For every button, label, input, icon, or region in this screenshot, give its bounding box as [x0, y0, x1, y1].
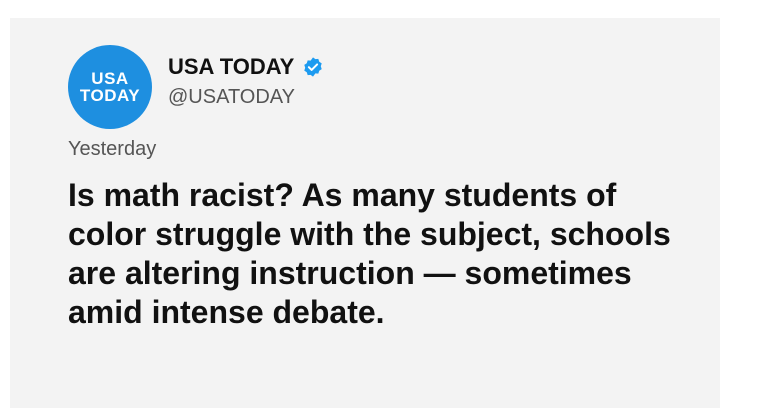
account-name[interactable]: USA TODAY [168, 54, 324, 80]
avatar-text-line2: TODAY [79, 86, 141, 105]
avatar[interactable]: USA TODAY [68, 45, 152, 129]
tweet-text: Is math racist? As many students of colo… [68, 177, 671, 330]
timestamp[interactable]: Yesterday [68, 138, 156, 161]
avatar-text-line1: USA [91, 69, 129, 88]
account-handle[interactable]: @USATODAY [168, 86, 295, 109]
verified-badge-icon [304, 57, 323, 77]
tweet-card[interactable]: USA TODAY USA TODAY @USATODAY Yesterday … [10, 18, 720, 408]
account-name-label: USA TODAY [168, 54, 295, 79]
